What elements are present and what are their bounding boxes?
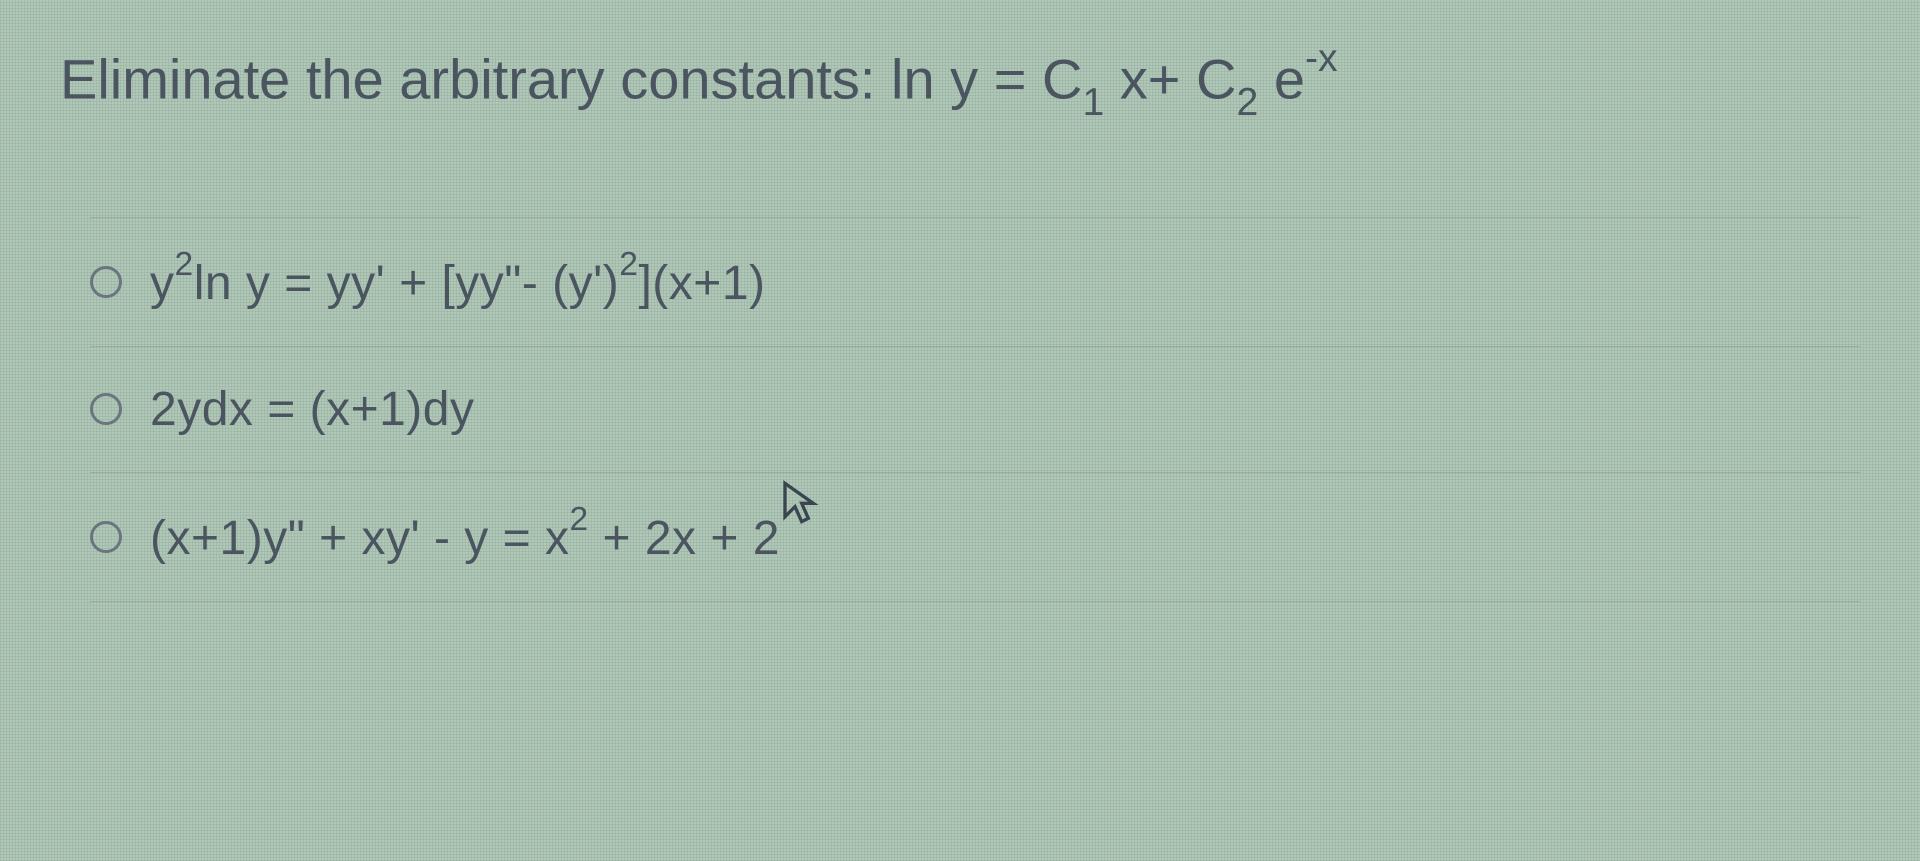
question-sub1: 1 <box>1082 81 1104 124</box>
option-row-3[interactable]: (x+1)y" + xy' - y = x2 + 2x + 2 <box>90 473 1860 602</box>
question-exp-sup: -x <box>1305 37 1338 80</box>
opt1-sup2: 2 <box>619 246 638 283</box>
option-text-1: y2ln y = yy' + [yy"- (y')2](x+1) <box>150 253 766 311</box>
opt3-p2: + 2x + 2 <box>589 512 780 565</box>
question-exp-base: e <box>1258 48 1305 111</box>
question-prefix: Eliminate the arbitrary constants: ln y … <box>60 48 1082 111</box>
opt3-sup1: 2 <box>569 501 588 538</box>
opt1-p1: y <box>150 257 175 310</box>
opt1-p3: ](x+1) <box>638 257 765 310</box>
options-container: y2ln y = yy' + [yy"- (y')2](x+1) 2ydx = … <box>60 217 1860 602</box>
radio-icon[interactable] <box>90 393 122 425</box>
opt2-p1: 2ydx = (x+1)dy <box>150 383 474 436</box>
opt1-sup1: 2 <box>175 246 194 283</box>
cursor-icon <box>780 480 820 530</box>
option-row-2[interactable]: 2ydx = (x+1)dy <box>90 347 1860 473</box>
radio-icon[interactable] <box>90 521 122 553</box>
question-mid: x+ C <box>1104 48 1236 111</box>
radio-icon[interactable] <box>90 266 122 298</box>
option-text-2: 2ydx = (x+1)dy <box>150 382 474 437</box>
opt1-p2: ln y = yy' + [yy"- (y') <box>194 257 620 310</box>
question-text: Eliminate the arbitrary constants: ln y … <box>60 40 1860 127</box>
question-sub2: 2 <box>1237 81 1259 124</box>
option-row-1[interactable]: y2ln y = yy' + [yy"- (y')2](x+1) <box>90 217 1860 347</box>
option-text-3: (x+1)y" + xy' - y = x2 + 2x + 2 <box>150 508 780 566</box>
opt3-p1: (x+1)y" + xy' - y = x <box>150 512 569 565</box>
